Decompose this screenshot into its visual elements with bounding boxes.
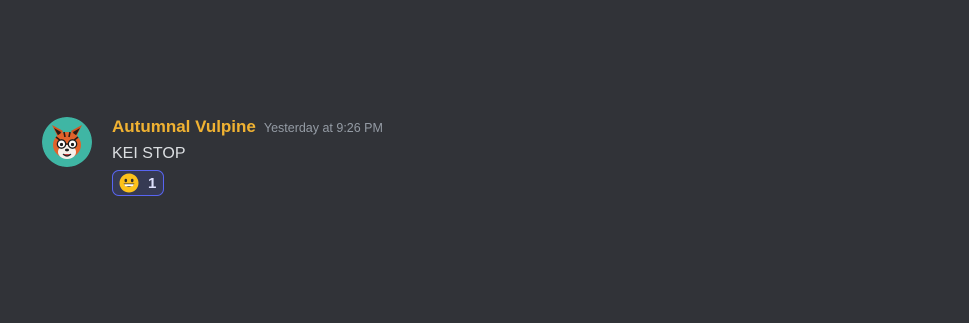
reaction-button[interactable]: 1 [112, 170, 165, 196]
fox-avatar-icon [42, 117, 92, 167]
grinning-face-icon [119, 173, 139, 193]
message-text: KEI STOP [112, 145, 186, 162]
chat-message: Autumnal Vulpine Yesterday at 9:26 PM KE… [42, 117, 383, 196]
message-timestamp: Yesterday at 9:26 PM [263, 121, 383, 135]
chat-area: Autumnal Vulpine Yesterday at 9:26 PM KE… [0, 0, 969, 323]
username[interactable]: Autumnal Vulpine [112, 117, 256, 137]
reaction-count: 1 [148, 174, 157, 192]
user-avatar[interactable] [42, 117, 92, 167]
message-content: Autumnal Vulpine Yesterday at 9:26 PM KE… [112, 117, 383, 196]
message-header: Autumnal Vulpine Yesterday at 9:26 PM [112, 117, 383, 139]
reactions-bar: 1 [112, 170, 383, 196]
